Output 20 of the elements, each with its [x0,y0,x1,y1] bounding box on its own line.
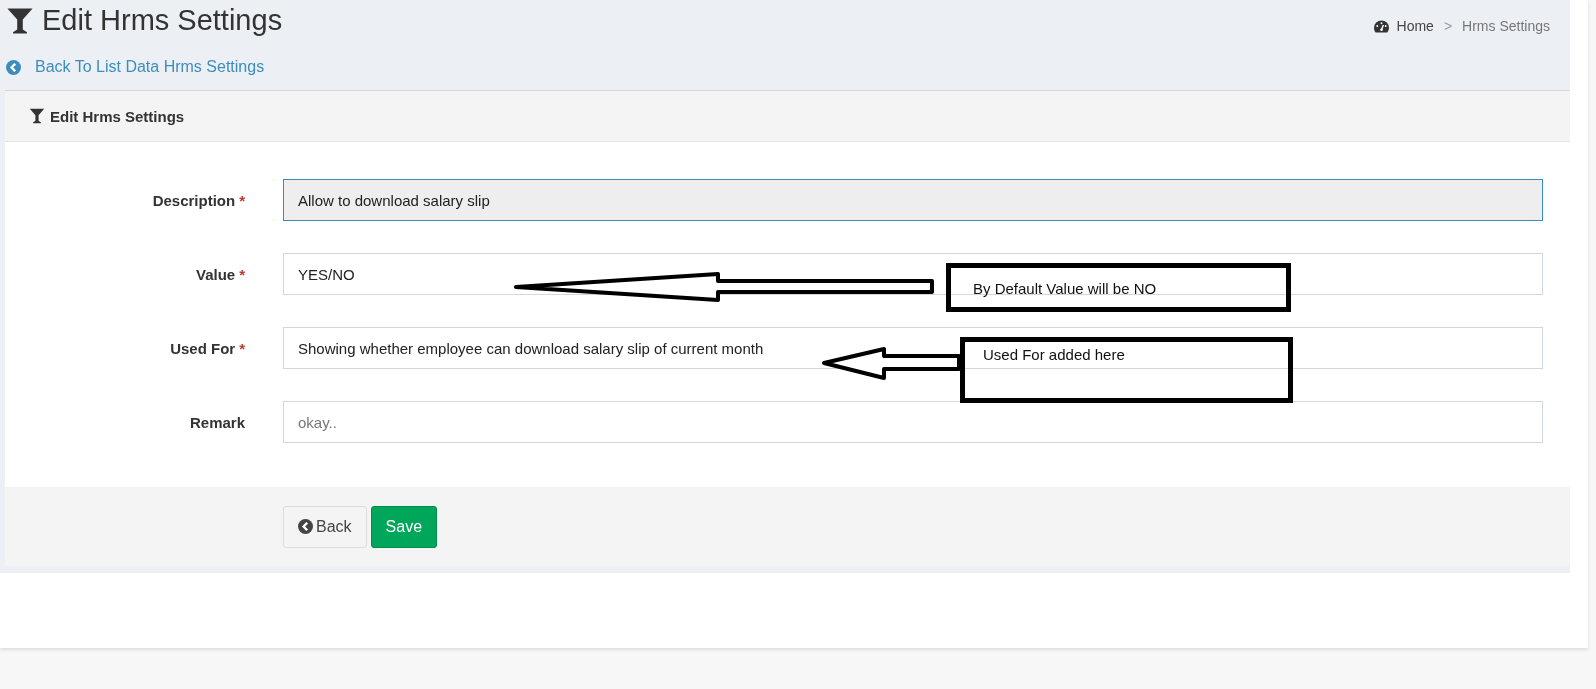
breadcrumb-separator: > [1443,18,1453,34]
required-mark: * [239,339,245,357]
field-label: Description [152,191,236,209]
dashboard-gauge-icon [1373,19,1389,33]
annotation-note: By Default Value will be NO [946,263,1291,312]
required-mark: * [239,265,245,283]
required-mark: * [239,191,245,209]
breadcrumb-link[interactable]: Home [1396,18,1434,34]
page-title: Edit Hrms Settings [42,4,283,37]
text-field[interactable]: okay.. [283,401,1543,443]
filter-icon [29,108,45,124]
filter-icon [6,6,34,35]
chevron-left-circle-icon [6,59,21,75]
field-label: Value [195,265,236,283]
annotation-note: Used For added here [960,337,1293,403]
card-title: Edit Hrms Settings [50,107,185,125]
chevron-left-circle-icon [298,519,313,534]
field-label: Remark [189,413,245,431]
field-label: Used For [170,339,236,357]
back-button[interactable]: Back [283,505,367,548]
